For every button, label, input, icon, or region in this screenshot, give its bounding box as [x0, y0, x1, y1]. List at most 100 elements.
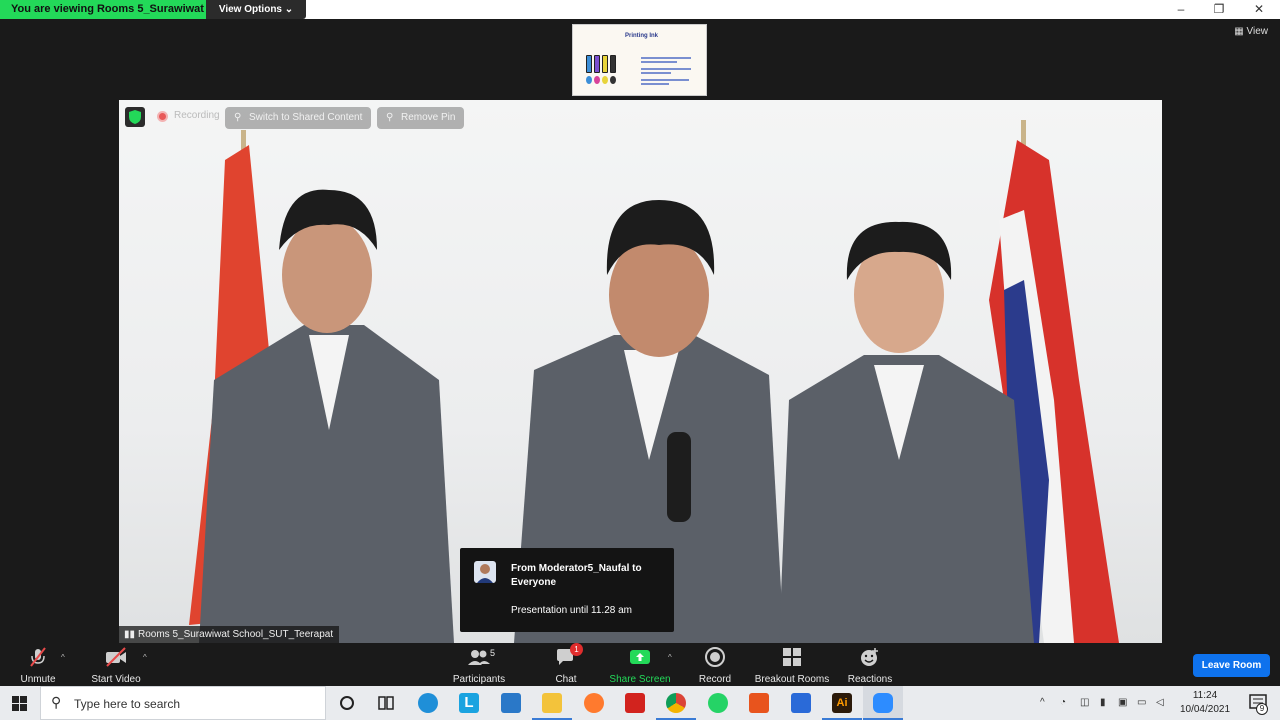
zoom-window: You are viewing Rooms 5_Surawiwat Sch Vi… — [0, 0, 1280, 720]
unmute-button[interactable]: Unmute — [14, 646, 62, 685]
slide-text-line — [641, 57, 691, 59]
battery-icon[interactable]: ▭ — [1137, 697, 1146, 708]
speaker-name-tag: ▮▮ Rooms 5_Surawiwat School_SUT_Teerapat — [119, 626, 340, 643]
switch-to-shared-content-button[interactable]: ⚲ Switch to Shared Content — [225, 107, 372, 129]
chat-badge: 1 — [570, 643, 583, 656]
recording-label: Recording — [174, 110, 220, 121]
share-options-caret-icon[interactable]: ^ — [668, 653, 672, 662]
task-view-icon[interactable] — [366, 686, 406, 720]
chrome-icon[interactable] — [656, 686, 696, 720]
speaker-name: Rooms 5_Surawiwat School_SUT_Teerapat — [138, 629, 334, 640]
pin-icon: ⚲ — [234, 112, 242, 123]
chevron-down-icon: ⌄ — [284, 4, 294, 15]
slide-text-line — [641, 72, 671, 74]
firefox-icon[interactable] — [574, 686, 614, 720]
title-bar: You are viewing Rooms 5_Surawiwat Sch Vi… — [0, 0, 1280, 19]
viewing-banner: You are viewing Rooms 5_Surawiwat Sch — [0, 0, 206, 19]
breakout-rooms-icon — [752, 646, 832, 668]
pin-icon: ⚲ — [386, 112, 394, 123]
chat-notification[interactable]: From Moderator5_Naufal to Everyone Prese… — [460, 548, 674, 632]
illustrator-icon[interactable]: Ai — [822, 686, 862, 720]
person-left-face — [282, 217, 372, 333]
tray-app-icon[interactable]: ◫ — [1080, 697, 1089, 708]
signal-bars-icon: ▮▮ — [124, 629, 136, 640]
windows-logo-icon — [12, 696, 27, 711]
start-video-label: Start Video — [91, 674, 141, 685]
reactions-icon — [845, 646, 895, 668]
ink-drop-icon — [602, 76, 608, 84]
volume-icon[interactable]: ◁ — [1156, 697, 1164, 708]
reactions-button[interactable]: Reactions — [845, 646, 895, 685]
remove-pin-button[interactable]: ⚲ Remove Pin — [377, 107, 465, 129]
search-placeholder: Type here to search — [74, 697, 181, 711]
search-icon: ⚲ — [51, 694, 62, 710]
participants-icon: 5 — [449, 646, 509, 668]
clock-time: 11:24 — [1192, 690, 1218, 701]
grid-icon: ▦ — [1234, 26, 1244, 37]
taskbar-clock[interactable]: 11:24 10/04/2021 — [1173, 689, 1237, 717]
minimize-button[interactable]: – — [1162, 0, 1200, 19]
view-button[interactable]: ▦ View — [1234, 26, 1268, 37]
wps-icon[interactable] — [781, 686, 821, 720]
microphone-icon — [667, 432, 691, 522]
chat-label: Chat — [555, 674, 577, 685]
taskbar-search[interactable]: ⚲ Type here to search — [40, 686, 326, 720]
audio-options-caret-icon[interactable]: ^ — [61, 653, 65, 662]
slide-text-line — [641, 68, 691, 70]
zoom-icon[interactable] — [863, 686, 903, 720]
clipboard-tray-icon[interactable]: ▣ — [1118, 697, 1127, 708]
windows-taskbar: ⚲ Type here to search L Ai ^ ◔ ◫ ▮ ▣ ▭ ◁… — [0, 686, 1280, 720]
breakout-rooms-label: Breakout Rooms — [754, 674, 830, 685]
acrobat-icon[interactable] — [615, 686, 655, 720]
slide-text-line — [641, 61, 677, 63]
leave-room-button[interactable]: Leave Room — [1193, 654, 1270, 677]
mail-icon[interactable] — [491, 686, 531, 720]
chat-button[interactable]: 1 Chat — [548, 643, 584, 685]
view-options-button[interactable]: View Options ⌄ — [206, 0, 306, 19]
ink-drop-icon — [610, 76, 616, 84]
meeting-toolbar: Unmute ^ Start Video ^ 5 Participants 1 … — [0, 643, 1280, 686]
ink-drop-icon — [586, 76, 592, 84]
microphone-tray-icon[interactable]: ▮ — [1100, 697, 1106, 708]
share-screen-button[interactable]: Share Screen — [608, 646, 672, 685]
record-button[interactable]: Record — [694, 646, 736, 685]
chat-icon: 1 — [548, 643, 584, 668]
edge-icon[interactable] — [408, 686, 448, 720]
start-button[interactable] — [0, 686, 40, 720]
security-shield-icon[interactable] — [125, 107, 145, 127]
video-options-caret-icon[interactable]: ^ — [143, 653, 147, 662]
ink-bottle-icon — [594, 55, 600, 73]
participants-count: 5 — [490, 648, 496, 658]
clock-date: 10/04/2021 — [1179, 704, 1231, 715]
muted-mic-icon — [14, 646, 62, 668]
whatsapp-icon[interactable] — [698, 686, 738, 720]
close-button[interactable]: ✕ — [1240, 0, 1278, 19]
ink-bottle-icon — [602, 55, 608, 73]
share-screen-icon — [608, 646, 672, 668]
start-video-button[interactable]: Start Video — [88, 646, 144, 685]
ink-drop-icon — [594, 76, 600, 84]
chat-message: Presentation until 11.28 am — [511, 605, 633, 616]
breakout-rooms-button[interactable]: Breakout Rooms — [752, 646, 832, 685]
show-hidden-icons-icon[interactable]: ^ — [1040, 697, 1045, 708]
notifications-button[interactable]: 9 — [1240, 686, 1280, 720]
chat-sender: From Moderator5_Naufal to Everyone — [511, 563, 642, 588]
ink-bottle-icon — [586, 55, 592, 73]
record-icon — [694, 646, 736, 668]
ink-bottle-icon — [610, 55, 616, 73]
slide-text-line — [641, 83, 669, 85]
cortana-icon[interactable] — [327, 686, 367, 720]
file-explorer-icon[interactable] — [532, 686, 572, 720]
participants-button[interactable]: 5 Participants — [449, 646, 509, 685]
slide-text-line — [641, 79, 689, 81]
participants-label: Participants — [452, 674, 506, 685]
office-icon[interactable] — [739, 686, 779, 720]
record-label: Record — [698, 674, 732, 685]
share-screen-label: Share Screen — [609, 674, 671, 685]
restore-button[interactable]: ❐ — [1200, 0, 1238, 19]
slide-title: Printing Ink — [625, 33, 658, 39]
l-app-icon[interactable]: L — [449, 686, 489, 720]
avatar — [474, 561, 496, 583]
network-icon[interactable]: ◔ — [1060, 697, 1066, 708]
shared-content-thumbnail[interactable]: Printing Ink — [572, 24, 707, 96]
